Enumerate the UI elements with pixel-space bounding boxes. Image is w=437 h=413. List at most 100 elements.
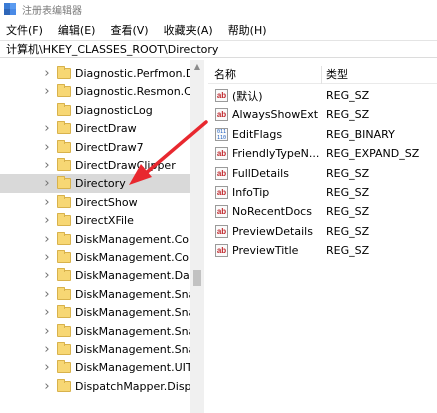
value-name: (默认)	[232, 89, 263, 103]
tree-item[interactable]: › DirectDrawClipper	[0, 156, 190, 175]
tree-item[interactable]: › DirectShow	[0, 193, 190, 212]
expand-chevron-icon[interactable]: ›	[42, 266, 52, 285]
tree-item[interactable]: › DiskManagement.Cor	[0, 230, 194, 249]
tree-item[interactable]: › DiskManagement.Sna	[0, 285, 195, 304]
value-name: EditFlags	[232, 127, 283, 141]
address-path: 计算机\HKEY_CLASSES_ROOT\Directory	[6, 43, 219, 56]
folder-icon	[57, 268, 71, 282]
value-type: REG_SZ	[326, 205, 370, 219]
column-header-name[interactable]: 名称	[214, 66, 236, 82]
expand-chevron-icon[interactable]: ›	[42, 64, 52, 83]
tree-item[interactable]: › DiskManagement.Dat	[0, 266, 194, 285]
string-value-icon: ab	[215, 147, 228, 161]
scroll-up-arrow-icon[interactable]: ▲	[190, 60, 204, 74]
folder-icon	[57, 250, 71, 263]
value-type: REG_SZ	[326, 108, 370, 122]
value-row[interactable]: ab PreviewTitle REG_SZ	[208, 241, 437, 260]
list-header: 名称 类型	[208, 66, 437, 84]
value-row[interactable]: ab FriendlyTypeN... REG_EXPAND_SZ	[208, 144, 437, 163]
value-row[interactable]: ab InfoTip REG_SZ	[208, 183, 437, 202]
string-value-icon: ab	[215, 186, 228, 199]
tree-item-label: DiskManagement.Sna	[75, 287, 196, 301]
menu-edit[interactable]: 编辑(E)	[58, 22, 96, 38]
expand-chevron-icon[interactable]: ›	[42, 340, 52, 359]
address-bar[interactable]: 计算机\HKEY_CLASSES_ROOT\Directory	[0, 40, 437, 58]
value-row[interactable]: ab AlwaysShowExt REG_SZ	[208, 105, 437, 124]
expand-chevron-icon[interactable]: ›	[42, 358, 52, 377]
tree-item[interactable]: › DiskManagement.Sna	[0, 322, 195, 341]
expand-chevron-icon[interactable]: ›	[42, 322, 52, 341]
folder-icon	[57, 378, 71, 392]
tree-item-selected[interactable]: › Directory	[0, 174, 190, 194]
menu-file[interactable]: 文件(F)	[6, 22, 43, 38]
value-row[interactable]: ab FullDetails REG_SZ	[208, 164, 437, 183]
key-tree-pane[interactable]: › Diagnostic.Perfmon.D › Diagnostic.Resmon.…	[0, 60, 204, 413]
folder-icon	[57, 194, 71, 208]
value-type: REG_SZ	[326, 224, 370, 238]
tree-item[interactable]: › DiskManagement.UIT	[0, 358, 193, 377]
value-row[interactable]: 011 110 EditFlags REG_BINARY	[208, 125, 437, 144]
tree-item-label: DiagnosticLog	[75, 103, 153, 117]
tree-item-label: DiskManagement.Cor	[75, 251, 194, 264]
folder-icon	[57, 139, 71, 153]
tree-scrollbar[interactable]: ▲	[190, 60, 204, 413]
string-value-icon: ab	[215, 205, 228, 219]
tree-item[interactable]: › DirectDraw	[0, 119, 190, 138]
value-name: NoRecentDocs	[232, 205, 312, 219]
tree-item-label: DirectDraw	[75, 122, 137, 136]
string-value-icon: ab	[215, 224, 228, 238]
expand-chevron-icon[interactable]: ›	[42, 138, 52, 157]
expand-chevron-icon[interactable]: ›	[42, 211, 52, 230]
scroll-thumb[interactable]	[193, 270, 201, 286]
expand-chevron-icon[interactable]: ›	[42, 303, 52, 322]
menu-view[interactable]: 查看(V)	[110, 22, 148, 38]
window-title: 注册表编辑器	[22, 5, 82, 17]
value-row[interactable]: ab PreviewDetails REG_SZ	[208, 222, 437, 241]
expand-chevron-icon[interactable]: ›	[42, 377, 52, 396]
expand-chevron-icon[interactable]: ›	[42, 119, 52, 138]
tree-item[interactable]: DiagnosticLog	[0, 101, 190, 120]
tree-item-label: DirectDrawClipper	[75, 159, 176, 172]
tree-item[interactable]: › Diagnostic.Resmon.C	[0, 82, 192, 101]
value-name: FullDetails	[232, 166, 289, 180]
expand-chevron-icon[interactable]: ›	[42, 174, 52, 193]
expand-chevron-icon[interactable]: ›	[42, 82, 52, 101]
menu-favorites[interactable]: 收藏夹(A)	[164, 22, 213, 38]
folder-icon	[57, 213, 71, 227]
value-name: AlwaysShowExt	[232, 108, 319, 122]
string-value-icon: ab	[215, 89, 228, 102]
folder-icon	[57, 286, 71, 300]
value-type: REG_SZ	[326, 186, 370, 199]
tree-item[interactable]: › Diagnostic.Perfmon.D	[0, 64, 194, 83]
tree-item[interactable]: › DispatchMapper.Disp	[0, 377, 192, 396]
tree-item[interactable]: › DiskManagement.Sna	[0, 303, 195, 322]
folder-icon	[57, 84, 71, 98]
expand-chevron-icon[interactable]: ›	[42, 248, 52, 267]
values-list-pane[interactable]: 名称 类型 ab (默认) REG_SZ ab AlwaysShowExt REG_SZ 0…	[208, 60, 437, 413]
value-name: PreviewDetails	[232, 224, 313, 238]
column-header-type[interactable]: 类型	[326, 66, 348, 82]
column-separator[interactable]	[321, 66, 322, 84]
value-row[interactable]: ab (默认) REG_SZ	[208, 86, 437, 105]
folder-icon	[57, 102, 71, 116]
expand-chevron-icon[interactable]: ›	[42, 230, 52, 249]
tree-item[interactable]: › DiskManagement.Cor	[0, 248, 194, 267]
folder-icon	[57, 305, 71, 319]
tree-item-label: Directory	[75, 177, 126, 191]
value-name: FriendlyTypeN...	[232, 147, 320, 161]
value-name: PreviewTitle	[232, 244, 299, 258]
expand-chevron-icon[interactable]: ›	[42, 285, 52, 304]
string-value-icon: ab	[215, 166, 228, 180]
expand-chevron-icon[interactable]: ›	[42, 156, 52, 175]
tree-item[interactable]: › DirectDraw7	[0, 138, 190, 157]
menu-help[interactable]: 帮助(H)	[228, 22, 267, 38]
tree-item[interactable]: › DiskManagement.Sna	[0, 340, 195, 359]
string-value-icon: ab	[215, 244, 228, 258]
tree-item[interactable]: › DirectXFile	[0, 211, 190, 230]
value-row[interactable]: ab NoRecentDocs REG_SZ	[208, 202, 437, 221]
expand-chevron-icon[interactable]: ›	[42, 193, 52, 212]
regedit-app-icon	[4, 3, 16, 15]
folder-icon	[57, 158, 71, 171]
value-name: InfoTip	[232, 186, 270, 199]
string-value-icon: ab	[215, 108, 228, 122]
